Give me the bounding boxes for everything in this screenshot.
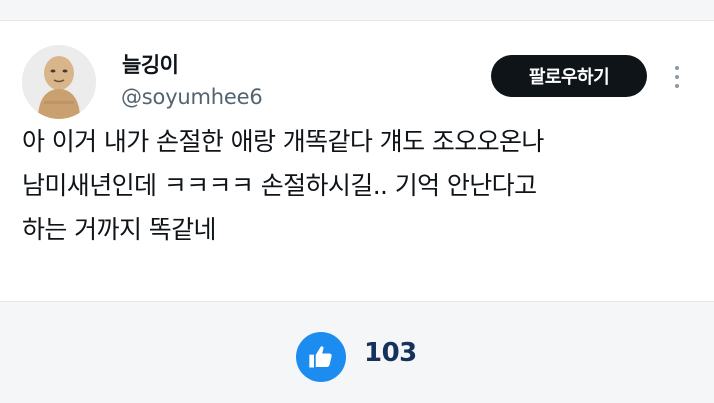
more-dot [675, 84, 679, 88]
more-vertical-icon[interactable] [666, 61, 688, 93]
reaction-bar [0, 302, 714, 403]
post-text-line: 남미새년인데 ㅋㅋㅋㅋ 손절하시길.. 기억 안난다고 [22, 171, 537, 200]
post-text-line: 아 이거 내가 손절한 애랑 개똑같다 걔도 조오오온나 [22, 127, 544, 156]
avatar-face-icon [22, 45, 96, 119]
top-background [0, 0, 714, 20]
screen: 늘깅이 @soyumhee6 팔로우하기 아 이거 내가 손절한 애랑 개똑같다… [0, 0, 714, 403]
author-display-name[interactable]: 늘깅이 [122, 49, 179, 79]
like-count: 103 [364, 338, 417, 368]
post-text: 아 이거 내가 손절한 애랑 개똑같다 걔도 조오오온나 남미새년인데 ㅋㅋㅋㅋ… [22, 120, 702, 252]
thumbs-up-icon [309, 346, 332, 368]
post-text-line: 하는 거까지 똑같네 [22, 215, 217, 244]
more-dot [675, 75, 679, 79]
author-handle[interactable]: @soyumhee6 [121, 85, 263, 109]
follow-button[interactable]: 팔로우하기 [491, 55, 647, 97]
author-avatar[interactable] [22, 45, 96, 119]
like-button[interactable] [296, 332, 346, 382]
more-dot [675, 66, 679, 70]
